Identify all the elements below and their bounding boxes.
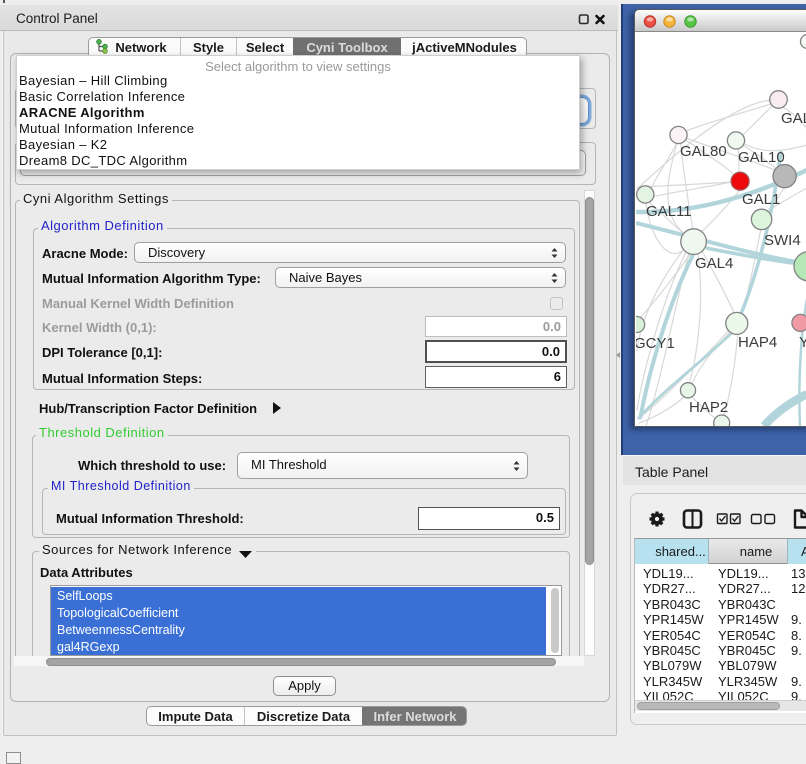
- svg-text:SWI4: SWI4: [764, 232, 801, 249]
- svg-text:HAP2: HAP2: [689, 399, 728, 416]
- svg-text:GAL80: GAL80: [680, 143, 727, 160]
- svg-text:GAL10: GAL10: [738, 149, 785, 166]
- svg-text:GAL7: GAL7: [781, 110, 806, 127]
- svg-text:GAL11: GAL11: [646, 203, 692, 220]
- svg-text:GCY1: GCY1: [636, 335, 675, 352]
- svg-text:HAP4: HAP4: [738, 334, 777, 351]
- svg-text:GAL1: GAL1: [742, 191, 780, 208]
- svg-text:GAL4: GAL4: [695, 255, 733, 272]
- svg-text:Y: Y: [799, 334, 806, 351]
